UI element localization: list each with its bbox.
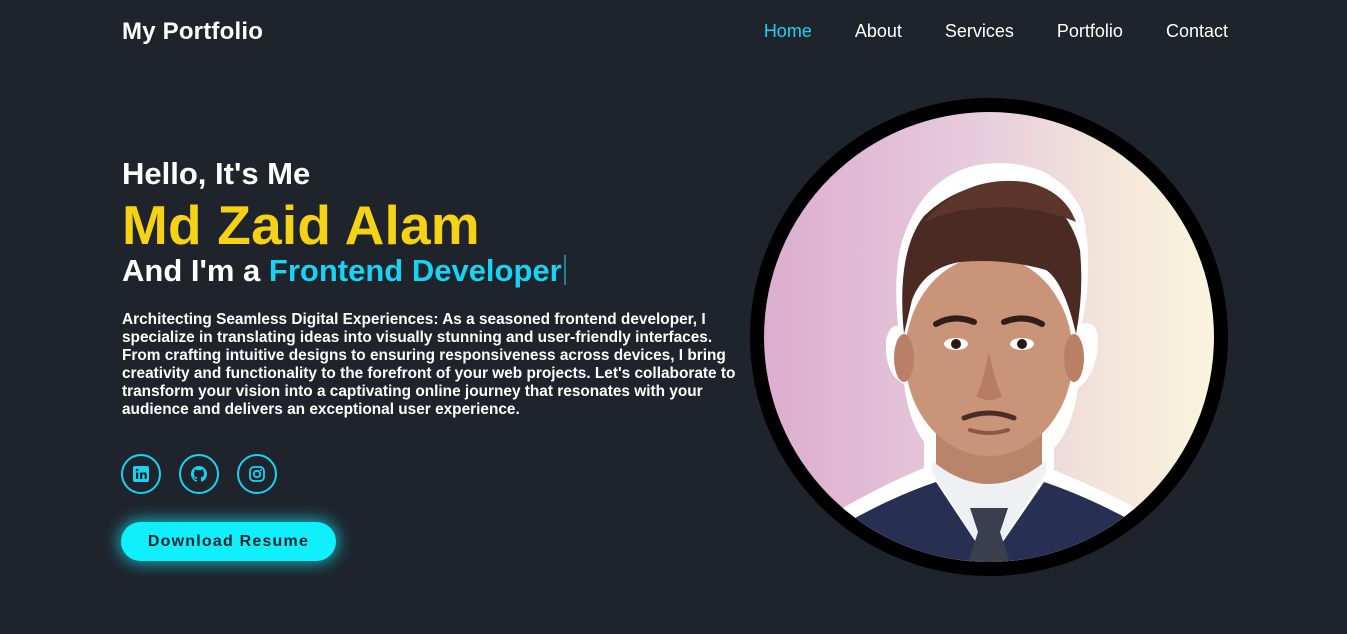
nav-services[interactable]: Services	[945, 21, 1014, 42]
hero-description: Architecting Seamless Digital Experience…	[122, 311, 736, 418]
profile-photo-frame	[750, 98, 1228, 576]
role-prefix: And I'm a	[122, 253, 261, 288]
hero-role: And I'm a Frontend Developer	[122, 253, 762, 289]
profile-photo	[764, 112, 1214, 562]
profile-portrait-illustration	[784, 163, 1214, 562]
nav-contact[interactable]: Contact	[1166, 21, 1228, 42]
role-typed-text: Frontend Developer	[268, 253, 562, 288]
github-icon	[190, 465, 208, 483]
hero-greeting: Hello, It's Me	[122, 156, 311, 191]
social-links	[121, 454, 295, 494]
portfolio-page: My Portfolio Home About Services Portfol…	[0, 0, 1347, 634]
site-logo[interactable]: My Portfolio	[122, 18, 263, 46]
instagram-icon	[248, 465, 266, 483]
instagram-link[interactable]	[237, 454, 277, 494]
github-link[interactable]	[179, 454, 219, 494]
main-nav: Home About Services Portfolio Contact	[721, 21, 1228, 42]
linkedin-icon	[132, 465, 150, 483]
nav-home[interactable]: Home	[764, 21, 812, 42]
typing-cursor	[563, 255, 566, 285]
site-header: My Portfolio Home About Services Portfol…	[0, 0, 1347, 66]
download-resume-button[interactable]: Download Resume	[121, 522, 336, 561]
linkedin-link[interactable]	[121, 454, 161, 494]
nav-portfolio[interactable]: Portfolio	[1057, 21, 1123, 42]
hero-text: Hello, It's Me Md Zaid Alam And I'm a Fr…	[122, 156, 762, 419]
nav-about[interactable]: About	[855, 21, 902, 42]
hero-name: Md Zaid Alam	[122, 194, 480, 256]
